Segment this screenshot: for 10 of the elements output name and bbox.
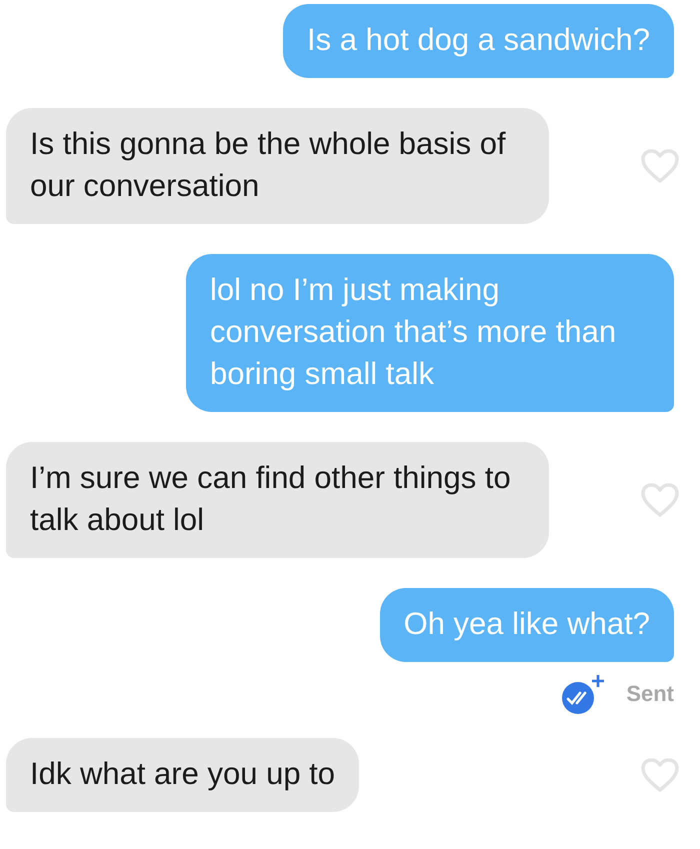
received-message: Is this gonna be the whole basis of our conversation <box>6 108 549 224</box>
heart-icon[interactable] <box>640 148 680 184</box>
sent-message: Is a hot dog a sandwich? <box>283 4 674 78</box>
message-status: Sent <box>626 681 674 707</box>
heart-icon[interactable] <box>640 757 680 793</box>
heart-icon[interactable] <box>640 482 680 518</box>
sent-message: Oh yea like what? <box>380 588 674 662</box>
received-message: I’m sure we can find other things to talk about lol <box>6 442 549 558</box>
received-message: Idk what are you up to <box>6 738 360 812</box>
sent-message: lol no I’m just making conversation that’s more than boring small talk <box>186 254 674 412</box>
